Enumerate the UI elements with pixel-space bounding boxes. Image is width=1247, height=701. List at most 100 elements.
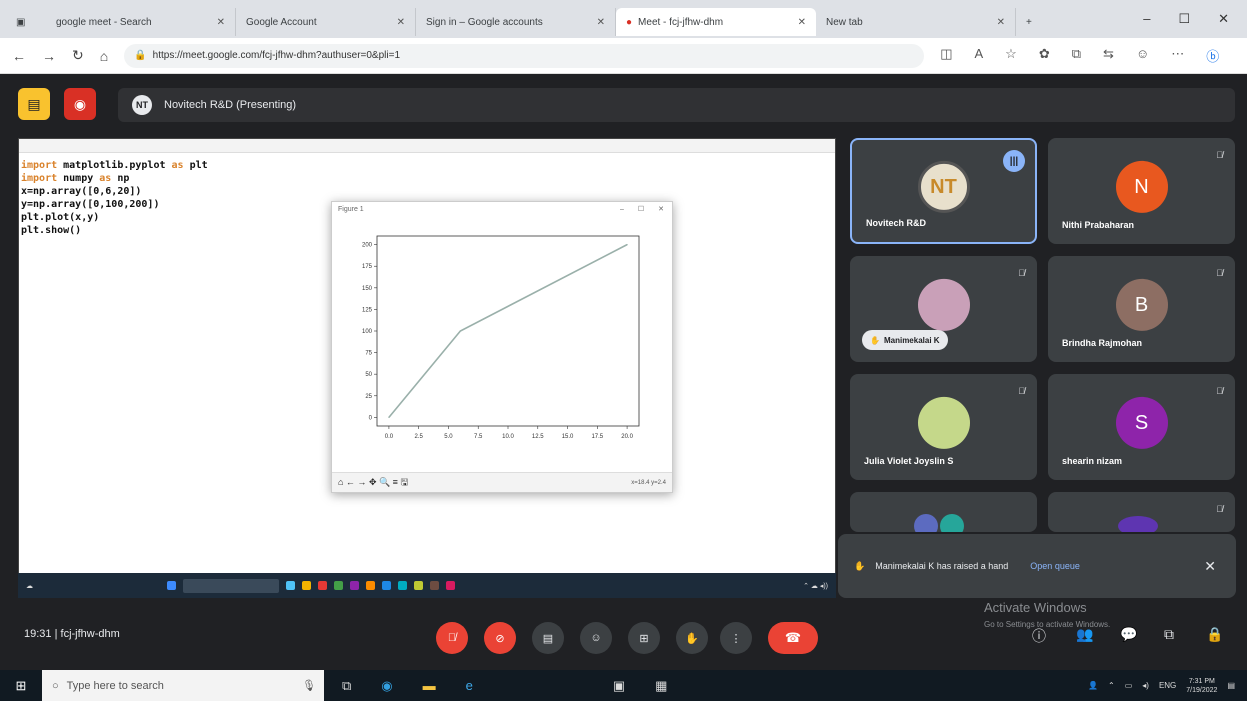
meeting-info: 19:31 | fcj-jfhw-dhm [24, 628, 120, 640]
new-tab-button[interactable]: + [1016, 8, 1042, 36]
reload-icon[interactable]: ↻ [72, 47, 84, 64]
tab-meet[interactable]: ● Meet - fcj-jfhw-dhm ✕ [616, 8, 816, 36]
mic-icon[interactable]: 🎙 [302, 679, 316, 692]
taskbar-apps: ⧉ ◉ ▬ e ▣ ▦ [342, 678, 667, 694]
sync-icon[interactable]: ⇆ [1103, 46, 1114, 65]
raise-hand-button[interactable]: ✋ [676, 622, 708, 654]
plot-window[interactable]: Figure 1 – ☐ ✕ 0.0 2.5 5.0 7.5 10.0 12.5 15.0 1… [331, 201, 673, 493]
participant-tile[interactable]: 🎙̸ ✋ Manimekalai K [850, 256, 1037, 362]
collections-icon[interactable]: ⧉ [1072, 46, 1081, 65]
host-controls-icon[interactable]: 🔒 [1206, 626, 1223, 643]
activities-icon[interactable]: ⧉ [1164, 626, 1174, 643]
y-tick-label: 50 [365, 372, 372, 378]
hand-icon: ✋ [854, 560, 866, 571]
code-token: plt.plot(x,y) [21, 212, 100, 223]
camera-off-icon: ⊘ [495, 632, 505, 645]
camera-icon[interactable]: ◫ [940, 46, 952, 65]
read-aloud-icon[interactable]: A [975, 46, 984, 65]
code-editor: import matplotlib.pyplot as plt import nu… [21, 159, 208, 237]
recording-icon[interactable]: ◉ [64, 88, 96, 120]
more-icon[interactable]: ⋯ [1171, 46, 1184, 65]
forward-icon[interactable]: → [42, 48, 56, 64]
x-tick-label: 15.0 [562, 434, 574, 440]
leave-call-button[interactable]: ☎ [768, 622, 818, 654]
participant-tile[interactable]: 🎙̸ Julia Violet Joyslin S [850, 374, 1037, 480]
people-icon[interactable]: 👥 [1076, 626, 1093, 643]
participant-tile-partial[interactable]: 🎙̸ [1048, 492, 1235, 532]
mic-off-button[interactable]: 🎙̸ [436, 622, 468, 654]
browser-toolbar: ← → ↻ ⌂ 🔒 https://meet.google.com/fcj-jf… [0, 38, 1247, 74]
plus-icon[interactable]: + [1026, 17, 1032, 28]
volume-icon[interactable]: ◂) [1142, 681, 1149, 690]
code-line: import matplotlib.pyplot as plt [21, 159, 208, 172]
ie-icon[interactable]: e [466, 678, 473, 693]
tab-sign-in[interactable]: Sign in – Google accounts ✕ [416, 8, 616, 36]
participant-tile[interactable]: NT ||| Novitech R&D [850, 138, 1037, 244]
search-icon: ○ [52, 679, 59, 692]
tab-google-account[interactable]: Google Account ✕ [236, 8, 416, 36]
address-bar[interactable]: 🔒 https://meet.google.com/fcj-jfhw-dhm?a… [124, 43, 925, 68]
close-window-icon[interactable]: ✕ [1218, 11, 1229, 27]
info-icon[interactable]: ⓘ [1032, 626, 1046, 646]
close-tab-icon[interactable]: ✕ [798, 17, 806, 28]
language-icon[interactable]: ENG [1159, 681, 1176, 690]
avatar [914, 514, 938, 532]
tab-actions-icon[interactable]: ▣ [16, 17, 25, 28]
presentation-icon[interactable]: ▤ [18, 88, 50, 120]
close-icon[interactable]: ✕ [1204, 558, 1216, 575]
app-icon [382, 581, 391, 590]
app-icon [334, 581, 343, 590]
participant-name: Novitech R&D [866, 218, 927, 228]
network-icon[interactable]: ▭ [1125, 681, 1133, 690]
participant-tile[interactable]: B 🎙̸ Brindha Rajmohan [1048, 256, 1235, 362]
chevron-up-icon[interactable]: ⌃ [1108, 681, 1115, 690]
edge-icon[interactable]: ◉ [381, 678, 392, 694]
taskbar-clock[interactable]: 7:31 PM 7/19/2022 [1186, 677, 1217, 695]
close-tab-icon[interactable]: ✕ [217, 17, 225, 28]
bing-icon[interactable]: ⓑ [1206, 46, 1219, 65]
close-icon[interactable]: ✕ [658, 202, 664, 218]
back-icon[interactable]: ← [12, 48, 26, 64]
close-tab-icon[interactable]: ✕ [397, 17, 405, 28]
open-queue-button[interactable]: Open queue [1030, 561, 1080, 571]
mic-muted-icon: 🎙̸ [1018, 386, 1025, 396]
app-icon[interactable]: ▦ [655, 678, 667, 694]
tab-google-search[interactable]: google meet - Search ✕ [46, 8, 236, 36]
extensions-icon[interactable]: ✿ [1039, 46, 1050, 65]
maximize-icon[interactable]: ☐ [1178, 11, 1190, 27]
favorite-icon[interactable]: ☆ [1005, 46, 1017, 65]
people-icon[interactable]: 👤 [1088, 681, 1098, 690]
chat-icon[interactable]: 💬 [1120, 626, 1137, 643]
taskbar-search[interactable]: ○ Type here to search 🎙 [42, 670, 324, 701]
close-tab-icon[interactable]: ✕ [997, 17, 1005, 28]
home-icon[interactable]: ⌂ [100, 48, 108, 64]
more-options-button[interactable]: ⋮ [720, 622, 752, 654]
x-tick-label: 0.0 [385, 434, 394, 440]
camera-off-button[interactable]: ⊘ [484, 622, 516, 654]
participant-tile[interactable]: S 🎙̸ shearin nizam [1048, 374, 1235, 480]
close-tab-icon[interactable]: ✕ [597, 17, 605, 28]
present-button[interactable]: ⊞ [628, 622, 660, 654]
reactions-button[interactable]: ☺ [580, 622, 612, 654]
store-icon[interactable]: ▣ [613, 678, 625, 694]
participant-tile-partial[interactable] [850, 492, 1037, 532]
minimize-icon[interactable]: – [620, 202, 624, 218]
windows-start-icon[interactable]: ⊞ [0, 670, 42, 701]
app-icon [302, 581, 311, 590]
plot-toolbar-buttons[interactable]: ⌂ ← → ✥ 🔍 ≡ 🖫 [338, 475, 408, 491]
profile-icon[interactable]: ☺ [1136, 46, 1149, 65]
presenting-label: Novitech R&D (Presenting) [164, 99, 297, 111]
file-explorer-icon[interactable]: ▬ [423, 678, 436, 693]
participant-tile[interactable]: N 🎙̸ Nithi Prabaharan [1048, 138, 1235, 244]
maximize-icon[interactable]: ☐ [638, 202, 644, 218]
tab-new-tab[interactable]: New tab ✕ [816, 8, 1016, 36]
code-line: plt.show() [21, 224, 208, 237]
task-view-icon[interactable]: ⧉ [342, 678, 351, 694]
captions-button[interactable]: ▤ [532, 622, 564, 654]
speaking-indicator-icon: ||| [1003, 150, 1025, 172]
tab-actions[interactable]: ▣ [6, 8, 46, 36]
notifications-icon[interactable]: ▤ [1227, 681, 1235, 690]
minimize-icon[interactable]: – [1143, 11, 1150, 27]
code-token: np [111, 173, 130, 184]
browser-tab-strip: ▣ google meet - Search ✕ Google Account ✕ … [0, 0, 1247, 38]
